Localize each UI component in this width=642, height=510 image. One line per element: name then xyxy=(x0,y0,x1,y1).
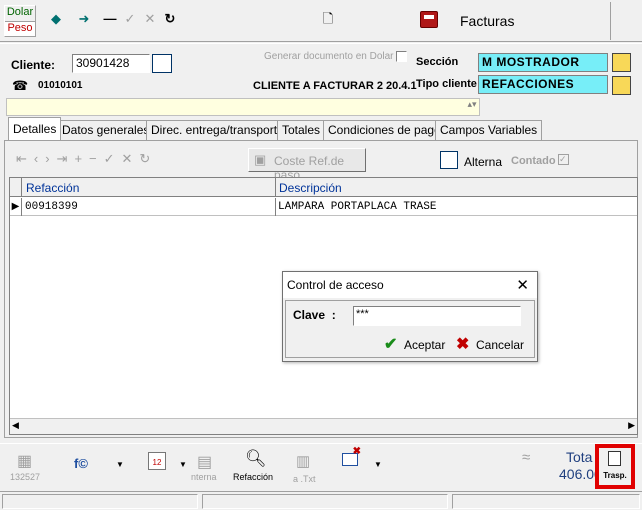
traspaso-button[interactable]: Trasp. xyxy=(595,444,635,489)
aceptar-button[interactable]: Aceptar xyxy=(404,338,445,352)
refresh-icon[interactable]: ↻ xyxy=(162,12,178,28)
code-label: 132527 xyxy=(10,472,41,482)
peso-button[interactable]: Peso xyxy=(5,21,35,36)
seccion-field[interactable]: M MOSTRADOR xyxy=(478,53,608,72)
cell-refaccion[interactable]: 00918399 xyxy=(25,201,78,213)
column-refaccion[interactable]: Refacción xyxy=(26,181,79,195)
toolbar-right-panel xyxy=(610,2,640,40)
tab-condiciones-pago[interactable]: Condiciones de pago xyxy=(323,120,446,140)
tab-datos-generales[interactable]: Datos generales xyxy=(57,120,155,140)
clave-label: Clave : xyxy=(293,308,336,322)
generar-checkbox[interactable] xyxy=(396,51,407,62)
calendar-dropdown-icon[interactable]: ▼ xyxy=(179,460,187,469)
tab-totales[interactable]: Totales xyxy=(277,120,326,140)
calendar-icon[interactable]: 12 xyxy=(148,452,166,470)
seccion-lookup-icon[interactable] xyxy=(612,53,631,72)
traspaso-label: Trasp. xyxy=(603,471,627,480)
cliente-facturar: CLIENTE A FACTURAR 2 20.4.1 xyxy=(253,80,417,92)
access-control-dialog: Control de acceso ✕ Clave : *** ✔ Acepta… xyxy=(282,271,538,362)
column-descripcion[interactable]: Descripción xyxy=(279,181,342,195)
status-panel-1 xyxy=(2,494,198,509)
currency-toggle: Dolar Peso xyxy=(4,5,36,37)
tipo-cliente-label: Tipo cliente xyxy=(416,78,477,90)
delete-dropdown-icon[interactable]: ▼ xyxy=(374,460,382,469)
txt-label: a .Txt xyxy=(293,474,316,484)
cell-descripcion[interactable]: LAMPARA PORTAPLACA TRASE xyxy=(278,201,436,213)
next-arrow-icon[interactable]: ➜ xyxy=(76,12,92,28)
check-icon: ✔ xyxy=(384,336,398,353)
cliente-lookup-icon[interactable] xyxy=(152,54,172,73)
generar-label: Generar documento en Dolar xyxy=(264,51,394,62)
notes-scroll-icon[interactable]: ▴▾ xyxy=(466,99,478,115)
phone-number: 01010101 xyxy=(38,80,83,91)
check-icon: ✓ xyxy=(124,11,136,26)
interna-label: nterna xyxy=(191,472,217,482)
register-icon xyxy=(420,11,438,28)
contado-checkbox: ✓ xyxy=(558,154,569,165)
tab-campos-variables[interactable]: Campos Variables xyxy=(435,120,543,140)
seccion-label: Sección xyxy=(416,56,459,68)
table-row[interactable]: ▶ 00918399 LAMPARA PORTAPLACA TRASE xyxy=(10,198,637,216)
money-icon: ≈ xyxy=(522,449,531,466)
scroll-left-icon[interactable]: ◀ xyxy=(12,420,19,431)
dolar-button[interactable]: Dolar xyxy=(5,6,35,21)
traspaso-icon xyxy=(608,451,621,466)
tab-detalles[interactable]: Detalles xyxy=(8,117,62,140)
scroll-right-icon[interactable]: ▶ xyxy=(628,420,635,431)
cancelar-button[interactable]: Cancelar xyxy=(476,338,524,352)
delete-doc-icon[interactable]: ✖ xyxy=(342,446,361,466)
prev-arrow-icon[interactable]: ◆ xyxy=(48,12,64,28)
alterna-button[interactable]: Alterna xyxy=(464,155,502,169)
alterna-icon[interactable] xyxy=(440,151,458,169)
total-label: Tota xyxy=(566,449,593,465)
dialog-titlebar: Control de acceso ✕ xyxy=(283,272,537,298)
grid-nav-icons: ⇤‹›⇥+−✓✕↻ xyxy=(16,151,158,166)
costo-button: ▣ Coste Ref.de paso xyxy=(248,148,366,182)
dialog-title: Control de acceso xyxy=(287,278,384,292)
status-panel-2 xyxy=(202,494,448,509)
txt-icon: ▥ xyxy=(296,453,311,470)
window-title: Facturas xyxy=(460,13,515,29)
cliente-label: Cliente: xyxy=(11,58,56,72)
notes-field[interactable]: ▴▾ xyxy=(6,98,480,116)
refaccion-button[interactable]: Refacción xyxy=(233,472,273,482)
status-bar xyxy=(0,491,642,510)
cancel-x-icon: ✕ xyxy=(144,11,156,26)
phone-icon: ☎ xyxy=(12,78,29,93)
interna-icon: ▤ xyxy=(197,454,213,471)
top-toolbar: Dolar Peso ◆ ➜ — ✓ ✕ ↻ 🗋 Facturas xyxy=(0,0,642,42)
grid-scrollbar[interactable]: ◀ ▶ xyxy=(10,418,637,434)
contado-label: Contado xyxy=(511,155,556,167)
bottom-toolbar xyxy=(0,443,642,490)
new-document-icon[interactable]: 🗋 xyxy=(320,12,336,28)
clave-input[interactable]: *** xyxy=(353,306,521,326)
formula-icon[interactable]: f© xyxy=(74,456,88,471)
cancel-icon: ✖ xyxy=(456,336,470,353)
cliente-input[interactable]: 30901428 xyxy=(72,54,150,73)
calculator-icon: ▦ xyxy=(17,453,33,470)
tab-direc-entrega[interactable]: Direc. entrega/transporte xyxy=(146,120,289,140)
search-icon[interactable]: 🔍︎ xyxy=(245,449,267,469)
minus-icon[interactable]: — xyxy=(102,12,118,28)
formula-dropdown-icon[interactable]: ▼ xyxy=(116,460,124,469)
grid-header: Refacción Descripción xyxy=(10,178,637,197)
row-indicator-icon: ▶ xyxy=(10,198,22,216)
tipo-cliente-field[interactable]: REFACCIONES xyxy=(478,75,608,94)
status-panel-3 xyxy=(452,494,640,509)
costo-icon: ▣ xyxy=(254,152,267,167)
tipo-cliente-lookup-icon[interactable] xyxy=(612,76,631,95)
close-icon[interactable]: ✕ xyxy=(516,276,529,294)
